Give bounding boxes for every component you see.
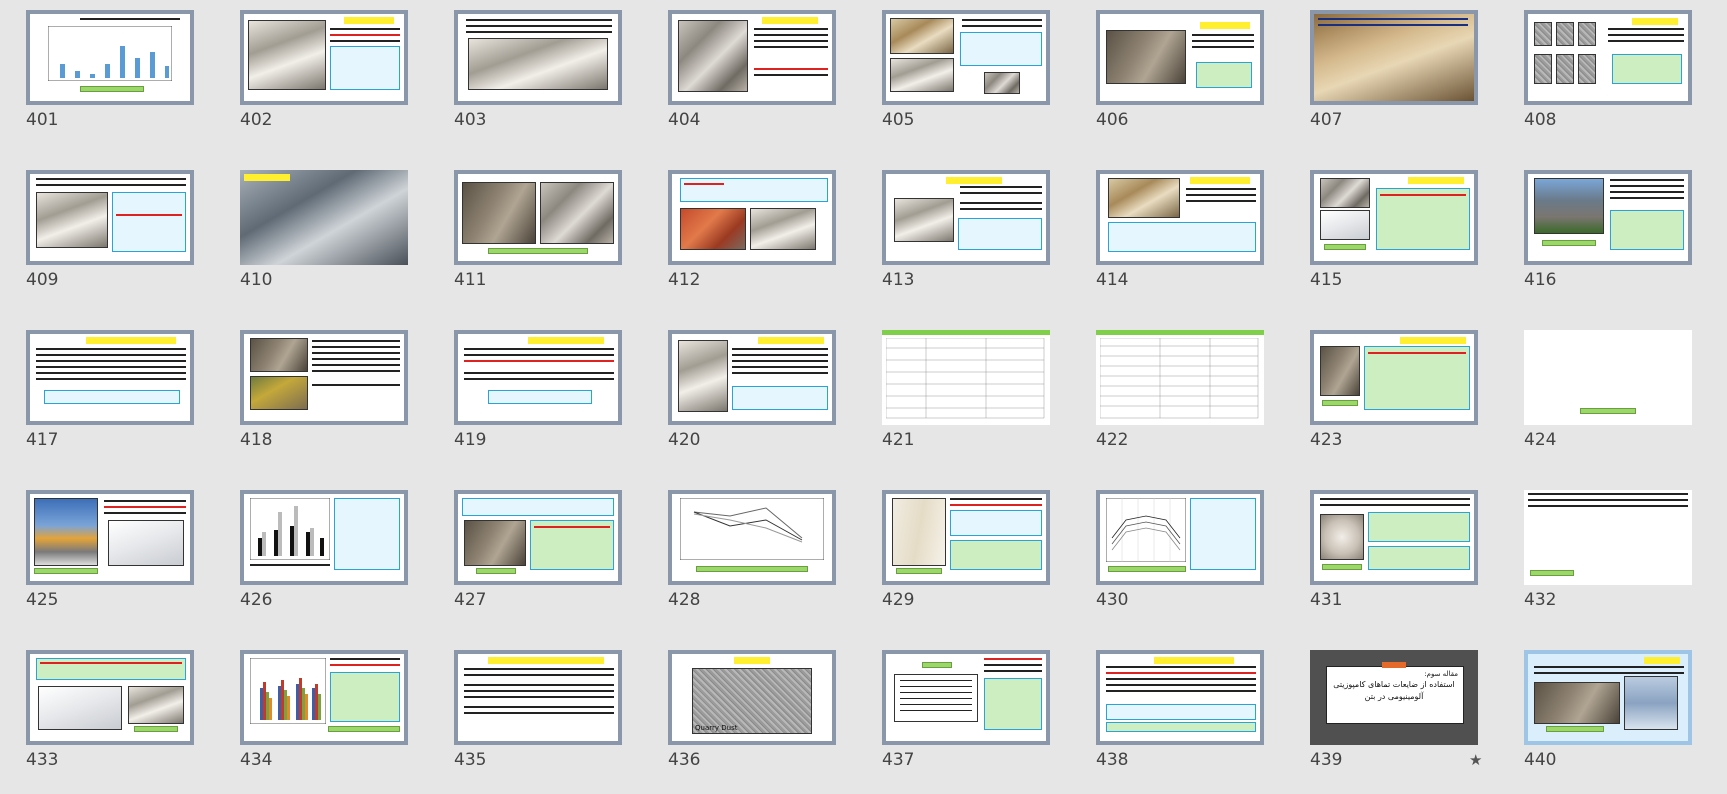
slide-number: 421	[882, 430, 915, 450]
slide-thumbnail[interactable]: 409	[26, 170, 194, 314]
slide-thumbnail[interactable]: 404	[668, 10, 836, 154]
bar-chart-image	[250, 658, 326, 724]
slide-number: 439	[1310, 750, 1343, 770]
slide-number: 433	[26, 750, 59, 770]
slide-thumbnail[interactable]: 418	[240, 330, 408, 474]
slide-thumbnail[interactable]: 426	[240, 490, 408, 634]
slide-thumbnail[interactable]: 435	[454, 650, 622, 794]
slide-sorter-grid: 401 402 403 404 405 406 407 408 409 410 …	[26, 10, 1692, 794]
slide-thumbnail[interactable]: 419	[454, 330, 622, 474]
slide-number: 412	[668, 270, 701, 290]
table-image	[886, 338, 1045, 419]
slide-number: 402	[240, 110, 273, 130]
slide-thumbnail[interactable]: 421	[882, 330, 1050, 474]
slide-number: 436	[668, 750, 701, 770]
animation-star-icon: ★	[1469, 751, 1483, 769]
slide-number: 401	[26, 110, 59, 130]
slide-number: 434	[240, 750, 273, 770]
slide-number: 409	[26, 270, 59, 290]
slide-number: 420	[668, 430, 701, 450]
slide-number: 432	[1524, 590, 1557, 610]
slide-thumbnail[interactable]: 401	[26, 10, 194, 154]
slide-thumbnail[interactable]: 437	[882, 650, 1050, 794]
slide-thumbnail[interactable]: 414	[1096, 170, 1264, 314]
slide-number: 435	[454, 750, 487, 770]
slide-thumbnail[interactable]: 411	[454, 170, 622, 314]
bar-chart-image	[48, 26, 172, 81]
slide-thumbnail[interactable]: 402	[240, 10, 408, 154]
slide-number: 407	[1310, 110, 1343, 130]
slide-thumbnail[interactable]: 432	[1524, 490, 1692, 634]
slide-number: 425	[26, 590, 59, 610]
slide-thumbnail[interactable]: 428	[668, 490, 836, 634]
slide-thumbnail[interactable]: 413	[882, 170, 1050, 314]
slide-number: 414	[1096, 270, 1129, 290]
slide-thumbnail[interactable]: 403	[454, 10, 622, 154]
slide-number: 411	[454, 270, 487, 290]
slide-number: 440	[1524, 750, 1557, 770]
slide-number: 405	[882, 110, 915, 130]
slide-number: 437	[882, 750, 915, 770]
slide-thumbnail[interactable]: 423	[1310, 330, 1478, 474]
bar-chart-image	[250, 498, 330, 560]
slide-thumbnail[interactable]: 440	[1524, 650, 1692, 794]
slide-thumbnail[interactable]: 430	[1096, 490, 1264, 634]
slide-number: 423	[1310, 430, 1343, 450]
slide-number: 408	[1524, 110, 1557, 130]
image-caption: Quarry Dust	[695, 724, 738, 732]
slide-number: 403	[454, 110, 487, 130]
slide-thumbnail[interactable]: مقاله سوم: استفاده از ضایعات تماهای کامپ…	[1310, 650, 1482, 794]
slide-number: 427	[454, 590, 487, 610]
slide-number: 438	[1096, 750, 1129, 770]
slide-number: 410	[240, 270, 273, 290]
slide-thumbnail[interactable]: 408	[1524, 10, 1692, 154]
slide-thumbnail[interactable]: 424	[1524, 330, 1692, 474]
line-chart-image	[1106, 498, 1186, 562]
slide-number: 430	[1096, 590, 1129, 610]
slide-thumbnail[interactable]: 429	[882, 490, 1050, 634]
slide-number: 419	[454, 430, 487, 450]
slide-subtitle: آلومینیومی در بتن	[1364, 692, 1424, 701]
slide-number: 431	[1310, 590, 1343, 610]
slide-thumbnail[interactable]: 412	[668, 170, 836, 314]
slide-number: 424	[1524, 430, 1557, 450]
slide-number: 416	[1524, 270, 1557, 290]
slide-thumbnail[interactable]: 431	[1310, 490, 1478, 634]
slide-thumbnail[interactable]: 425	[26, 490, 194, 634]
slide-thumbnail[interactable]: 405	[882, 10, 1050, 154]
slide-thumbnail[interactable]: Quarry Dust 436	[668, 650, 836, 794]
slide-title: مقاله سوم:	[1424, 670, 1458, 678]
slide-frame	[26, 10, 194, 105]
slide-thumbnail[interactable]: 417	[26, 330, 194, 474]
slide-thumbnail[interactable]: 438	[1096, 650, 1264, 794]
slide-number: 428	[668, 590, 701, 610]
slide-title: استفاده از ضایعات تماهای کامپوزیتی	[1333, 680, 1455, 689]
slide-number: 413	[882, 270, 915, 290]
line-chart-image	[680, 498, 824, 560]
slide-thumbnail[interactable]: 434	[240, 650, 408, 794]
slide-number: 404	[668, 110, 701, 130]
slide-number: 417	[26, 430, 59, 450]
table-image	[1100, 338, 1259, 419]
slide-thumbnail[interactable]: 406	[1096, 10, 1264, 154]
slide-number: 406	[1096, 110, 1129, 130]
slide-thumbnail[interactable]: 407	[1310, 10, 1478, 154]
slide-number: 429	[882, 590, 915, 610]
slide-thumbnail[interactable]: 415	[1310, 170, 1478, 314]
slide-thumbnail[interactable]: 433	[26, 650, 194, 794]
slide-number: 418	[240, 430, 273, 450]
slide-thumbnail[interactable]: 420	[668, 330, 836, 474]
slide-number: 426	[240, 590, 273, 610]
slide-thumbnail[interactable]: 410	[240, 170, 408, 314]
slide-thumbnail[interactable]: 422	[1096, 330, 1264, 474]
slide-number: 422	[1096, 430, 1129, 450]
slide-thumbnail[interactable]: 427	[454, 490, 622, 634]
slide-number: 415	[1310, 270, 1343, 290]
slide-thumbnail[interactable]: 416	[1524, 170, 1692, 314]
